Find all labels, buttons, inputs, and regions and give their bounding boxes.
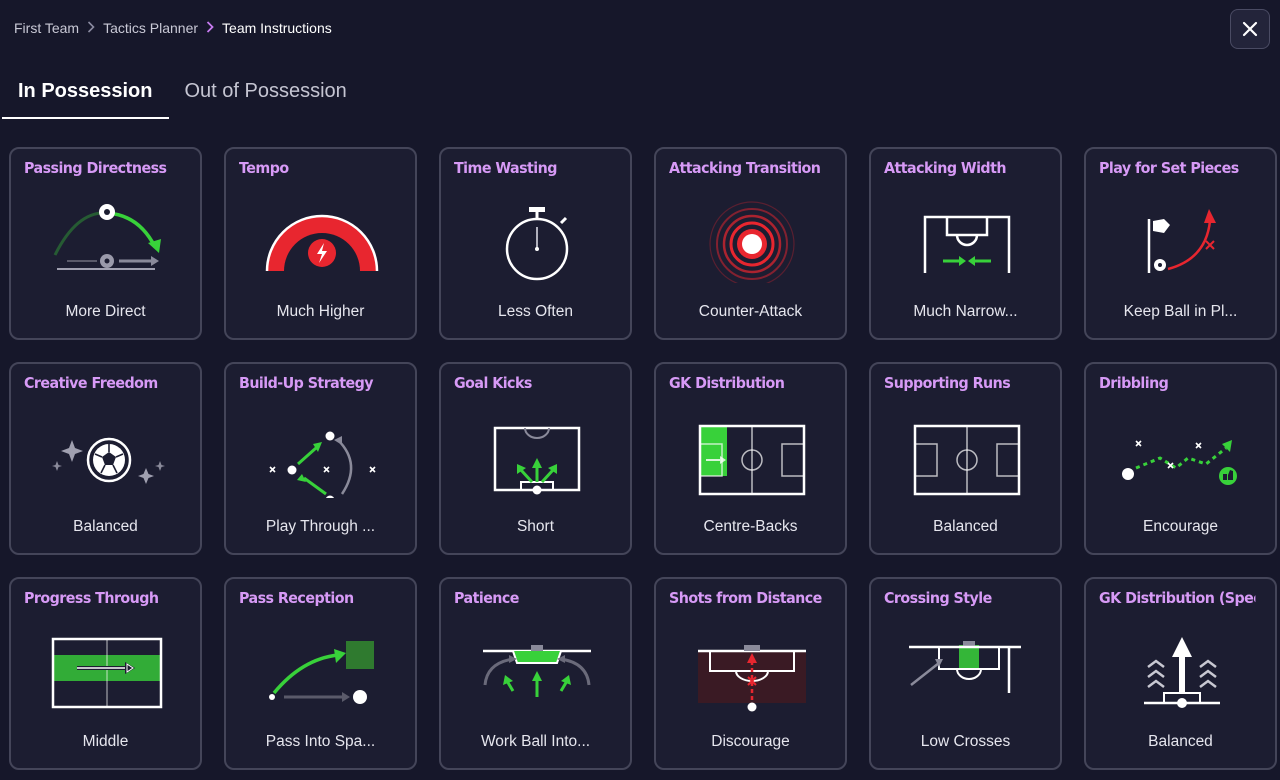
card-attacking-width[interactable]: Attacking Width Much Narrow... [869,147,1062,340]
card-crossing-style[interactable]: Crossing Style Low Crosses [869,577,1062,770]
tempo-gauge-icon [265,214,379,272]
card-value: Pass Into Spa... [265,733,376,750]
patience-box-icon [483,645,591,697]
card-dribbling[interactable]: Dribbling Encourage [1084,362,1277,555]
card-title: Dribbling [1099,374,1169,392]
chevron-right-icon [206,20,214,36]
chevron-right-icon [87,20,95,36]
card-value: Less Often [498,303,573,320]
card-title: Shots from Distance [669,589,822,607]
instruction-grid: Passing Directness More Direct Tempo Muc… [9,147,1277,770]
pass-into-space-icon [269,641,374,704]
card-value: Balanced [73,518,138,535]
set-piece-flag-icon [1147,209,1216,273]
tab-out-of-possession[interactable]: Out of Possession [169,66,363,119]
card-title: GK Distribution [669,374,785,392]
card-title: Creative Freedom [24,374,158,392]
passing-directness-icon [53,204,161,270]
card-title: Build-Up Strategy [239,374,374,392]
progress-middle-icon [51,637,163,709]
card-value: Discourage [711,733,790,750]
card-patience[interactable]: Patience Work Ball Into... [439,577,632,770]
narrow-width-icon [923,215,1011,273]
close-button[interactable] [1230,9,1270,49]
card-title: Attacking Transition [669,159,821,177]
card-pass-reception[interactable]: Pass Reception Pass Into Spa... [224,577,417,770]
card-time-wasting[interactable]: Time Wasting Less Often [439,147,632,340]
card-title: Play for Set Pieces [1099,159,1239,177]
card-title: Time Wasting [454,159,557,177]
card-title: GK Distribution (Speed) [1099,589,1255,607]
sparkle-ball-icon [52,437,165,484]
card-value: Balanced [933,518,998,535]
low-crosses-icon [909,641,1021,693]
card-value: Much Higher [276,303,365,320]
card-goal-kicks[interactable]: Goal Kicks Short [439,362,632,555]
dribbling-icon [1122,440,1237,485]
card-value: Play Through ... [265,518,376,535]
card-value: Counter-Attack [698,303,803,320]
card-value: Encourage [1143,518,1218,535]
supporting-runs-pitch-icon [913,424,1021,496]
card-value: Work Ball Into... [480,733,591,750]
card-creative-freedom[interactable]: Creative Freedom Balanced [9,362,202,555]
card-shots-from-distance[interactable]: Shots from Distance Discourage [654,577,847,770]
goal-kick-short-icon [493,426,581,495]
card-value: Keep Ball in Pl... [1123,303,1238,320]
card-gk-distribution-speed[interactable]: GK Distribution (Speed) Balanced [1084,577,1277,770]
card-value: Middle [82,733,129,750]
target-rings-icon [709,201,795,283]
card-value: Low Crosses [920,733,1011,750]
possession-tabs: In Possession Out of Possession [2,66,363,119]
card-title: Progress Through [24,589,159,607]
breadcrumb-first-team[interactable]: First Team [14,20,79,36]
gk-speed-arrows-icon [1144,637,1220,708]
card-title: Patience [454,589,519,607]
build-up-icon [269,431,376,498]
card-value: More Direct [65,303,146,320]
breadcrumb: First Team Tactics Planner Team Instruct… [14,20,332,36]
card-progress-through[interactable]: Progress Through Middle [9,577,202,770]
tab-in-possession[interactable]: In Possession [2,66,169,119]
card-build-up-strategy[interactable]: Build-Up Strategy Play Through ... [224,362,417,555]
card-title: Passing Directness [24,159,167,177]
card-title: Tempo [239,159,289,177]
card-title: Pass Reception [239,589,354,607]
card-play-for-set-pieces[interactable]: Play for Set Pieces Keep Ball in Pl... [1084,147,1277,340]
card-tempo[interactable]: Tempo Much Higher [224,147,417,340]
card-title: Goal Kicks [454,374,532,392]
card-title: Supporting Runs [884,374,1011,392]
card-attacking-transition[interactable]: Attacking Transition Counter-Attack [654,147,847,340]
card-value: Balanced [1148,733,1213,750]
breadcrumb-tactics-planner[interactable]: Tactics Planner [103,20,198,36]
card-supporting-runs[interactable]: Supporting Runs Balanced [869,362,1062,555]
card-value: Centre-Backs [703,518,798,535]
card-title: Attacking Width [884,159,1007,177]
shots-distance-icon [698,645,806,712]
close-icon [1242,21,1258,37]
card-value: Much Narrow... [913,303,1018,320]
card-title: Crossing Style [884,589,992,607]
breadcrumb-team-instructions: Team Instructions [222,20,332,36]
gk-distribution-pitch-icon [698,424,806,496]
stopwatch-icon [505,207,569,281]
card-gk-distribution[interactable]: GK Distribution Centre-Backs [654,362,847,555]
card-value: Short [516,518,555,535]
card-passing-directness[interactable]: Passing Directness More Direct [9,147,202,340]
